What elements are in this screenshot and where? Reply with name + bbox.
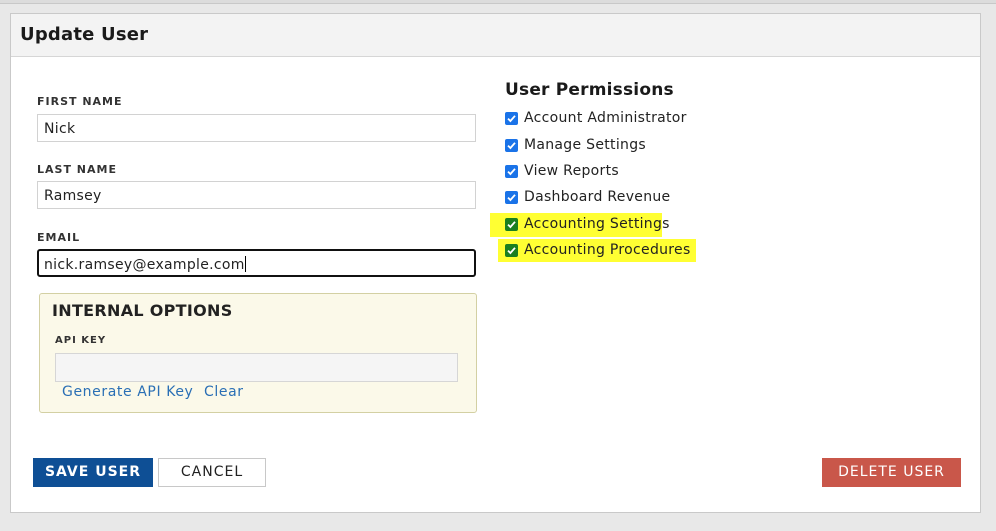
checkbox-checked-icon[interactable] [505,165,518,178]
email-label: EMAIL [37,231,81,244]
save-user-button[interactable]: SAVE USER [33,458,153,487]
generate-api-key-link[interactable]: Generate API Key [62,384,193,400]
permission-label: Dashboard Revenue [524,189,671,205]
checkbox-checked-icon[interactable] [505,139,518,152]
first-name-label: FIRST NAME [37,95,123,108]
last-name-input[interactable]: Ramsey [37,181,476,209]
dialog-header: Update User [11,14,980,57]
last-name-label: LAST NAME [37,163,117,176]
permission-label: View Reports [524,163,619,179]
api-key-input[interactable] [55,353,458,382]
permission-label: Manage Settings [524,137,646,153]
email-input[interactable]: nick.ramsey@example.com [37,249,476,277]
permission-label: Accounting Procedures [524,242,691,258]
internal-options-panel: INTERNAL OPTIONS API KEY Generate API Ke… [39,293,477,413]
clear-api-key-link[interactable]: Clear [204,384,244,400]
cancel-button[interactable]: CANCEL [158,458,266,487]
checkbox-checked-icon[interactable] [505,191,518,204]
permission-label: Account Administrator [524,110,687,126]
dialog-title: Update User [20,24,149,45]
update-user-dialog: Update User FIRST NAME Nick LAST NAME Ra… [10,13,981,513]
background-page-strip [0,0,996,4]
checkbox-checked-icon[interactable] [505,244,518,257]
delete-user-button[interactable]: DELETE USER [822,458,961,487]
email-value: nick.ramsey@example.com [44,257,245,273]
checkbox-checked-icon[interactable] [505,112,518,125]
first-name-input[interactable]: Nick [37,114,476,142]
checkbox-checked-icon[interactable] [505,218,518,231]
permission-label: Accounting Settings [524,216,670,232]
permissions-title: User Permissions [505,80,674,100]
api-key-label: API KEY [55,335,107,346]
internal-options-title: INTERNAL OPTIONS [52,301,233,320]
text-cursor [244,256,246,272]
